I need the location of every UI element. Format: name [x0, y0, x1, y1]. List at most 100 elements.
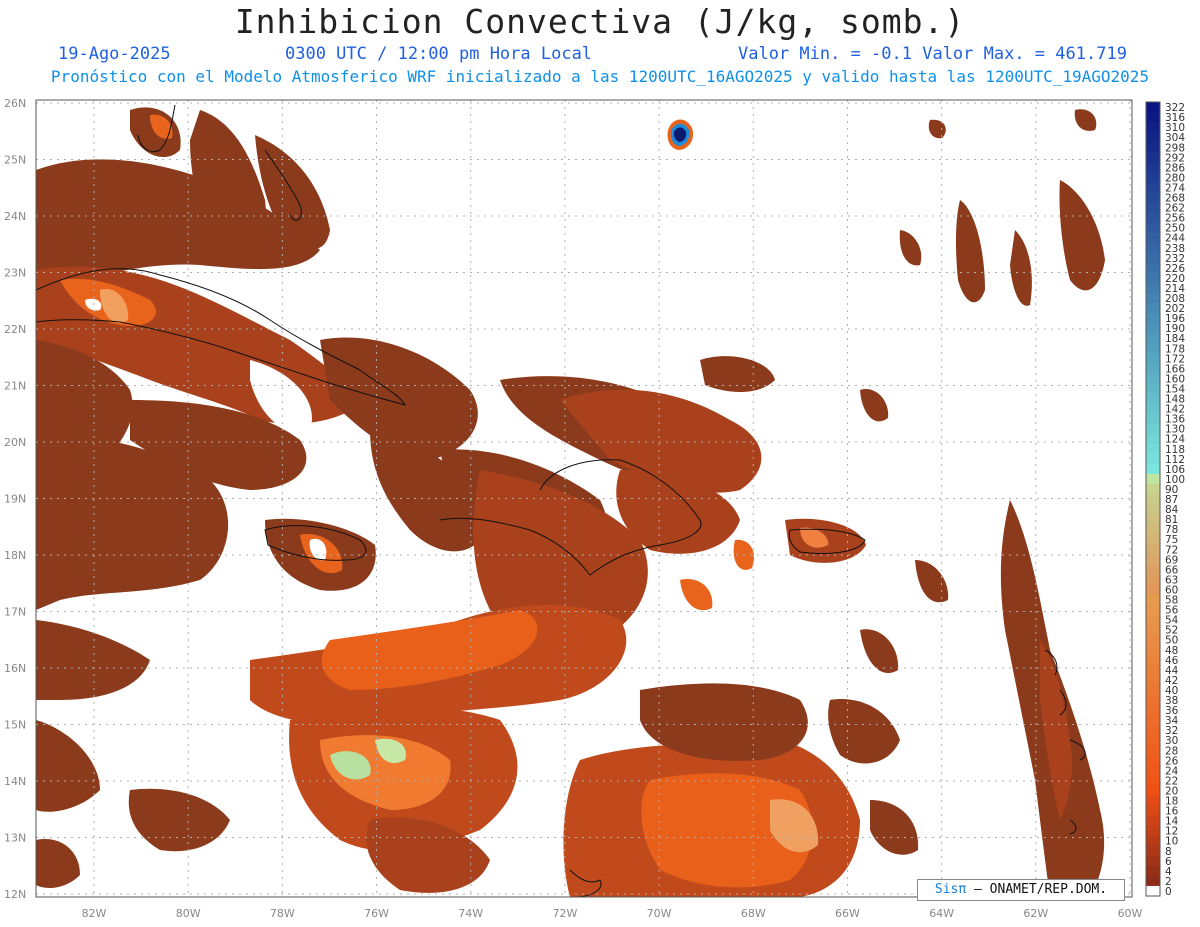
colorbar-swatch: [1146, 885, 1160, 897]
colorbar-swatch: [1146, 785, 1160, 796]
colorbar-swatch: [1146, 504, 1160, 515]
lon-label: 62W: [1023, 907, 1048, 920]
colorbar-swatch: [1146, 122, 1160, 133]
colorbar-swatch: [1146, 152, 1160, 163]
credit-text: – ONAMET/REP.DOM.: [974, 882, 1108, 897]
colorbar-swatch: [1146, 735, 1160, 746]
colorbar-swatch: [1146, 694, 1160, 706]
colorbar-swatch: [1146, 855, 1160, 867]
colorbar-swatch: [1146, 232, 1160, 244]
lon-label: 72W: [552, 907, 577, 920]
colorbar-swatch: [1146, 554, 1160, 565]
lat-label: 20N: [4, 436, 26, 449]
weather-map: 26N 25N 24N 23N 22N 21N 20N 19N 18N 17N 16N 15N 14N 1…: [4, 97, 1185, 920]
colorbar-swatch: [1146, 383, 1160, 394]
colorbar-swatch: [1146, 725, 1160, 736]
colorbar-swatch: [1146, 282, 1160, 294]
colorbar-swatch: [1146, 333, 1160, 344]
colorbar-swatch: [1146, 132, 1160, 143]
lat-label: 23N: [4, 267, 26, 280]
colorbar-swatch: [1146, 483, 1160, 495]
colorbar-swatch: [1146, 292, 1160, 304]
lon-label: 70W: [647, 907, 672, 920]
lat-label: 13N: [4, 832, 26, 845]
lat-label: 12N: [4, 888, 26, 901]
lon-label: 64W: [929, 907, 954, 920]
lat-label: 14N: [4, 775, 26, 788]
colorbar-swatch: [1146, 373, 1160, 384]
colorbar-swatch: [1146, 252, 1160, 264]
lon-label: 74W: [458, 907, 483, 920]
colorbar-swatch: [1146, 363, 1160, 374]
lon-label: 66W: [835, 907, 860, 920]
colorbar-swatch: [1146, 594, 1160, 606]
credit-box: Sisπ – ONAMET/REP.DOM.: [917, 879, 1125, 901]
colorbar-swatch: [1146, 463, 1160, 475]
lon-label: 78W: [270, 907, 295, 920]
colorbar-swatch: [1146, 865, 1160, 877]
colorbar-swatch: [1146, 705, 1160, 716]
colorbar-swatch: [1146, 835, 1160, 847]
colorbar-swatch: [1146, 845, 1160, 857]
colorbar-swatch: [1146, 433, 1160, 445]
lat-label: 21N: [4, 380, 26, 393]
colorbar-swatch: [1146, 534, 1160, 545]
colorbar-swatch: [1146, 524, 1160, 535]
lon-label: 68W: [741, 907, 766, 920]
colorbar-swatch: [1146, 112, 1160, 123]
lon-label: 80W: [176, 907, 201, 920]
colorbar-swatch: [1146, 303, 1160, 314]
colorbar-swatch: [1146, 715, 1160, 726]
colorbar-swatch: [1146, 403, 1160, 415]
colorbar-swatch: [1146, 805, 1160, 817]
colorbar-swatch: [1146, 262, 1160, 274]
lat-label: 25N: [4, 154, 26, 167]
colorbar-swatch: [1146, 775, 1160, 786]
latitude-labels: 26N 25N 24N 23N 22N 21N 20N 19N 18N 17N 16N 15N 14N 1…: [4, 97, 26, 901]
colorbar-swatch: [1146, 142, 1160, 153]
colorbar-swatch: [1146, 674, 1160, 686]
colorbar-swatch: [1146, 664, 1160, 676]
colorbar-swatch: [1146, 272, 1160, 284]
colorbar-swatch: [1146, 574, 1160, 585]
colorbar-swatch: [1146, 102, 1160, 113]
colorbar: 3223163103042982922862802742682622562502…: [1145, 101, 1185, 898]
colorbar-swatch: [1146, 795, 1160, 807]
lon-label: 60W: [1118, 907, 1143, 920]
colorbar-swatch: [1146, 604, 1160, 616]
colorbar-swatch: [1146, 684, 1160, 696]
colorbar-swatch: [1146, 564, 1160, 575]
colorbar-swatch: [1146, 614, 1160, 626]
colorbar-swatch: [1146, 745, 1160, 756]
lat-label: 24N: [4, 210, 26, 223]
colorbar-swatch: [1146, 815, 1160, 827]
credit-logo: Sisπ: [934, 882, 967, 897]
colorbar-swatch: [1146, 584, 1160, 595]
colorbar-swatch: [1146, 413, 1160, 425]
lon-label: 82W: [82, 907, 107, 920]
colorbar-swatch: [1146, 313, 1160, 324]
longitude-labels: 82W 80W 78W 76W 74W 72W 70W 68W 66W 64W 62W 60W: [82, 907, 1143, 920]
lat-label: 18N: [4, 549, 26, 562]
colorbar-swatch: [1146, 212, 1160, 224]
colorbar-swatch: [1146, 765, 1160, 776]
colorbar-swatch: [1146, 343, 1160, 354]
lat-label: 16N: [4, 662, 26, 675]
colorbar-swatch: [1146, 875, 1160, 887]
lat-label: 19N: [4, 493, 26, 506]
colorbar-swatch: [1146, 493, 1160, 505]
lat-label: 22N: [4, 323, 26, 336]
colorbar-swatch: [1146, 624, 1160, 636]
colorbar-swatch: [1146, 323, 1160, 334]
colorbar-swatch: [1146, 473, 1160, 485]
colorbar-swatch: [1146, 423, 1160, 435]
colorbar-swatch: [1146, 393, 1160, 405]
colorbar-swatch: [1146, 353, 1160, 364]
colorbar-label: 0: [1165, 886, 1172, 898]
colorbar-swatch: [1146, 202, 1160, 214]
colorbar-swatch: [1146, 825, 1160, 837]
colorbar-swatch: [1146, 654, 1160, 666]
colorbar-swatch: [1146, 453, 1160, 465]
colorbar-swatch: [1146, 162, 1160, 173]
colorbar-swatch: [1146, 544, 1160, 555]
